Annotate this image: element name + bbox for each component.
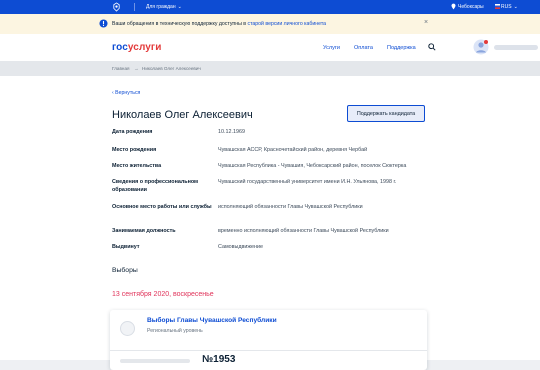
support-candidate-button[interactable]: Поддержать кандидата: [347, 105, 425, 122]
language-label: RUS: [501, 4, 512, 10]
warning-icon: [99, 19, 108, 28]
detail-label: Место жительства: [112, 163, 162, 169]
notice-banner: Ваши обращения в техническую поддержку д…: [0, 14, 540, 34]
top-bar: Для граждан ⌄ Чебоксары RUS ⌄: [0, 0, 540, 14]
location-pin-icon: [451, 3, 456, 10]
detail-value: Самовыдвижение: [218, 244, 264, 250]
emblem-icon[interactable]: [112, 2, 121, 12]
old-cabinet-link[interactable]: старой версии личного кабинета: [247, 21, 326, 27]
language-selector[interactable]: RUS ⌄: [501, 4, 518, 10]
election-date: 13 сентября 2020, воскресенье: [112, 291, 214, 298]
elections-heading: Выборы: [112, 267, 138, 274]
detail-value: Чувашский государственный университет им…: [218, 179, 397, 185]
region-emblem-icon: [120, 321, 135, 336]
user-name-blurred[interactable]: [494, 45, 538, 50]
divider: [110, 350, 427, 351]
avatar[interactable]: [473, 39, 489, 55]
divider: [134, 3, 135, 11]
detail-label: Выдвинут: [112, 244, 140, 250]
election-card[interactable]: Выборы Главы Чувашской Республики Регион…: [110, 310, 427, 370]
breadcrumb: Главная → Николаев Олег Алексеевич: [0, 61, 540, 76]
detail-value: Чувашская Республика - Чувашия, Чебоксар…: [218, 163, 407, 169]
back-link[interactable]: ‹ Вернуться: [112, 90, 140, 96]
chevron-down-icon: ⌄: [177, 4, 182, 10]
breadcrumb-home[interactable]: Главная: [112, 66, 129, 71]
election-level: Региональный уровень: [147, 328, 203, 334]
notice-text: Ваши обращения в техническую поддержку д…: [112, 21, 326, 27]
nav-services[interactable]: Услуги: [323, 45, 340, 51]
detail-label: Занимаемая должность: [112, 228, 176, 234]
detail-label: Основное место работы или службы: [112, 204, 212, 210]
detail-label: Место рождения: [112, 147, 157, 153]
detail-value: исполняющий обязанности Главы Чувашской …: [218, 204, 363, 210]
notice-message: Ваши обращения в техническую поддержку д…: [112, 21, 248, 27]
close-icon[interactable]: ×: [424, 19, 428, 26]
site-header: госуслуги Услуги Оплата Поддержка: [0, 34, 540, 61]
detail-label: Дата рождения: [112, 129, 153, 135]
detail-value: временно исполняющий обязанности Главы Ч…: [218, 228, 389, 234]
nav-support[interactable]: Поддержка: [387, 45, 416, 51]
detail-value: 10.12.1969: [218, 129, 245, 135]
citizens-menu[interactable]: Для граждан ⌄: [146, 4, 182, 10]
gosuslugi-logo[interactable]: госуслуги: [112, 42, 161, 53]
citizens-label: Для граждан: [146, 4, 176, 10]
detail-label: Сведения о профессиональном образовании: [112, 179, 199, 193]
breadcrumb-current: Николаев Олег Алексеевич: [142, 66, 201, 71]
main-content: ‹ Вернуться Николаев Олег Алексеевич Под…: [0, 76, 540, 370]
page-title: Николаев Олег Алексеевич: [112, 109, 253, 121]
city-selector[interactable]: Чебоксары: [458, 4, 484, 10]
russian-flag-icon: [495, 4, 500, 9]
nav-payment[interactable]: Оплата: [354, 45, 373, 51]
detail-value: Чувашская АССР, Красночетайский район, д…: [218, 147, 368, 153]
breadcrumb-arrow-icon: →: [134, 66, 139, 71]
search-icon[interactable]: [428, 43, 436, 51]
election-title[interactable]: Выборы Главы Чувашской Республики: [147, 317, 277, 324]
chevron-down-icon: ⌄: [513, 4, 518, 10]
